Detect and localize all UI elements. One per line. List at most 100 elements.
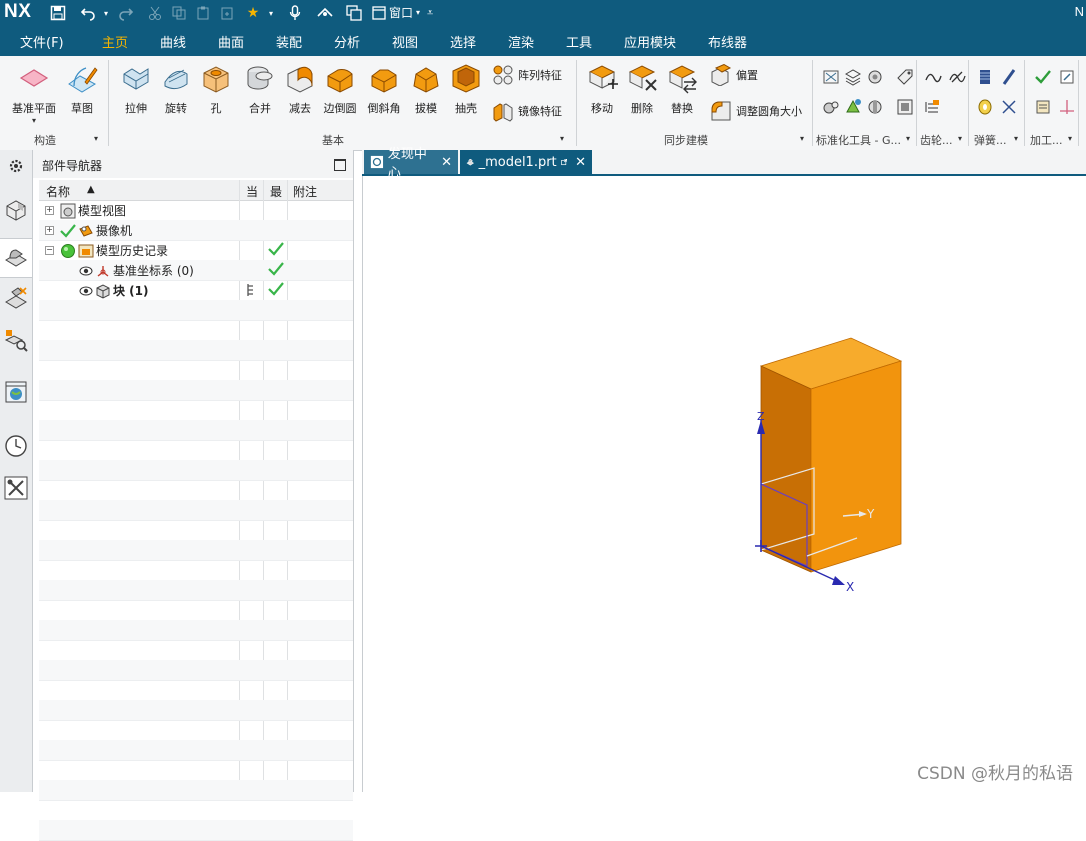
copy-icon[interactable] — [170, 4, 188, 22]
sketch-button[interactable]: 草图 — [60, 60, 104, 116]
part-navigator-icon[interactable] — [0, 238, 32, 278]
menu-tools[interactable]: 工具 — [566, 32, 592, 51]
tab-discovery-center[interactable]: 发现中心 ✕ — [364, 147, 458, 181]
shell-button[interactable]: 抽壳 — [444, 60, 488, 116]
replace-face-button[interactable]: 替换 — [660, 60, 704, 116]
resize-blend-button[interactable]: 调整圆角大小 — [710, 100, 802, 122]
menu-view[interactable]: 视图 — [392, 32, 418, 51]
move-face-button[interactable]: 移动 — [580, 60, 624, 116]
column-latest[interactable]: 最 — [270, 183, 282, 200]
menu-analysis[interactable]: 分析 — [334, 32, 360, 51]
machining-axis-icon[interactable] — [1058, 98, 1076, 116]
column-current[interactable]: 当 — [246, 183, 258, 200]
menu-select[interactable]: 选择 — [450, 32, 476, 51]
helical-gear-icon[interactable] — [948, 68, 966, 86]
basic-group-dropdown-icon[interactable]: ▾ — [560, 134, 564, 143]
redo-icon[interactable] — [116, 4, 136, 22]
standard-part-icon[interactable] — [822, 68, 840, 86]
tab-model1-prt[interactable]: _model1.prt ✕ — [460, 150, 592, 174]
favorites-dropdown-icon[interactable]: ▾ — [266, 4, 276, 22]
sync-group-dropdown-icon[interactable]: ▾ — [800, 134, 804, 143]
visibility-eye-icon[interactable] — [79, 285, 93, 297]
tree-row-datum-csys[interactable]: 基准坐标系 (0) — [39, 260, 353, 281]
menu-render[interactable]: 渲染 — [508, 32, 534, 51]
customize-quick-access-icon[interactable]: ⩡ — [427, 6, 433, 20]
machining-check-icon[interactable] — [1034, 68, 1052, 86]
collapse-minus-icon[interactable]: − — [45, 246, 54, 255]
web-browser-icon[interactable] — [4, 380, 28, 404]
cylindrical-spring-icon[interactable] — [976, 68, 994, 86]
spring-group-dropdown-icon[interactable]: ▾ — [1014, 134, 1018, 143]
cut-icon[interactable] — [146, 4, 164, 22]
revolve-button[interactable]: 旋转 — [154, 60, 198, 116]
gear-rack-icon[interactable] — [924, 98, 942, 116]
undo-icon[interactable] — [78, 4, 98, 22]
layers-icon[interactable] — [844, 68, 862, 86]
constraint-navigator-icon[interactable] — [4, 286, 28, 310]
column-notes[interactable]: 附注 — [293, 183, 317, 200]
tree-row-model-history[interactable]: − 模型历史记录 — [39, 240, 353, 261]
machining-group-dropdown-icon[interactable]: ▾ — [1068, 134, 1072, 143]
menu-router[interactable]: 布线器 — [708, 32, 747, 51]
standard-tools-dropdown-icon[interactable]: ▾ — [906, 134, 910, 143]
tree-row-cameras[interactable]: + 摄像机 — [39, 220, 353, 241]
settings-gear-icon[interactable] — [4, 154, 28, 178]
construct-group-dropdown-icon[interactable]: ▾ — [94, 134, 98, 143]
viewport-canvas[interactable]: Z Y X — [363, 176, 1086, 792]
window-switch-icon[interactable] — [344, 4, 364, 22]
paste-special-icon[interactable] — [218, 4, 236, 22]
undo-dropdown-icon[interactable]: ▾ — [101, 4, 111, 22]
machining-tool-icon[interactable] — [1058, 68, 1076, 86]
tree-row-model-views[interactable]: + 模型视图 — [39, 200, 353, 221]
column-name[interactable]: 名称 — [46, 183, 70, 200]
delete-face-button[interactable]: 删除 — [620, 60, 664, 116]
spring-delete-icon[interactable] — [1000, 98, 1018, 116]
favorites-star-icon[interactable]: ★ — [244, 4, 262, 22]
roles-tools-icon[interactable] — [4, 476, 28, 500]
tag-icon[interactable] — [896, 68, 914, 86]
sort-ascending-icon[interactable]: ▲ — [87, 184, 95, 195]
close-icon[interactable]: ✕ — [575, 155, 586, 170]
spring-edit-icon[interactable] — [1000, 68, 1018, 86]
unite-button[interactable]: 合并 — [238, 60, 282, 116]
window-menu[interactable]: 窗口 ▾ ⩡ — [372, 4, 433, 21]
paste-icon[interactable] — [194, 4, 212, 22]
visibility-eye-icon[interactable] — [79, 265, 93, 277]
bearing-icon[interactable] — [822, 98, 840, 116]
menu-assembly[interactable]: 装配 — [276, 32, 302, 51]
subtract-button[interactable]: 减去 — [278, 60, 322, 116]
microphone-icon[interactable] — [286, 4, 304, 22]
gear-part-icon[interactable] — [866, 98, 884, 116]
close-icon[interactable]: ✕ — [441, 155, 452, 170]
chamfer-button[interactable]: 倒斜角 — [362, 60, 406, 116]
menu-applications[interactable]: 应用模块 — [624, 32, 676, 51]
edge-blend-button[interactable]: 边倒圆 — [318, 60, 362, 116]
save-icon[interactable] — [48, 4, 68, 22]
offset-region-button[interactable]: 偏置 — [710, 64, 758, 86]
mold-icon[interactable] — [896, 98, 914, 116]
expand-plus-icon[interactable]: + — [45, 206, 54, 215]
maximize-icon[interactable] — [334, 159, 346, 171]
menu-surface[interactable]: 曲面 — [218, 32, 244, 51]
machining-report-icon[interactable] — [1034, 98, 1052, 116]
block-body[interactable] — [759, 337, 903, 573]
mirror-feature-button[interactable]: 镜像特征 — [492, 100, 562, 122]
pop-out-icon[interactable] — [560, 156, 567, 168]
menu-file[interactable]: 文件(F) — [20, 32, 64, 51]
menu-curve[interactable]: 曲线 — [160, 32, 186, 51]
graphics-window[interactable]: Z Y X CSDN @秋月的私语 — [362, 176, 1086, 792]
extrude-button[interactable]: 拉伸 — [114, 60, 158, 116]
spur-gear-icon[interactable] — [924, 68, 942, 86]
datum-plane-button[interactable]: 基准平面 ▾ — [12, 60, 56, 125]
history-clock-icon[interactable] — [4, 434, 28, 458]
pattern-feature-button[interactable]: 阵列特征 — [492, 64, 562, 86]
tree-row-block[interactable]: 块 (1) — [39, 280, 353, 301]
command-finder-icon[interactable] — [314, 4, 336, 22]
expand-plus-icon[interactable]: + — [45, 226, 54, 235]
assembly-navigator-icon[interactable] — [4, 198, 28, 222]
reuse-library-icon[interactable] — [4, 328, 28, 352]
fastener-icon[interactable] — [866, 68, 884, 86]
menu-home[interactable]: 主页 — [85, 32, 145, 59]
part-library-icon[interactable] — [844, 98, 862, 116]
hole-button[interactable]: 孔 — [194, 60, 238, 116]
